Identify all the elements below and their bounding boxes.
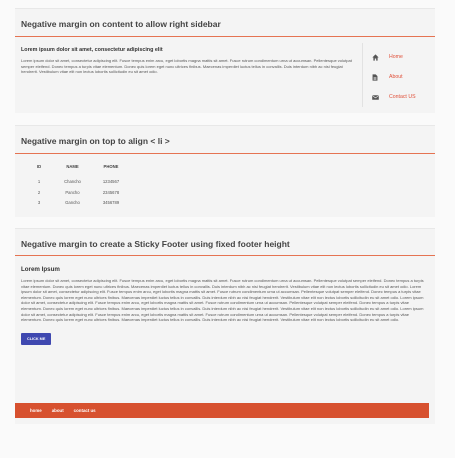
cell-id: 1 (37, 179, 41, 184)
sidebar-item-label: Home (389, 54, 403, 60)
card-title: Negative margin to create a Sticky Foote… (15, 229, 435, 256)
cell-name: Gancho (65, 200, 80, 206)
envelope-icon (370, 92, 380, 102)
cell-phone: 3456789 (102, 200, 120, 206)
page: Negative margin on content to allow righ… (0, 0, 455, 458)
card-title: Negative margin on content to allow righ… (15, 9, 435, 37)
content-area: Lorem ipsum dolor sit amet, consectetur … (15, 37, 362, 107)
home-icon (370, 52, 380, 62)
table-demo-card: Negative margin on top to align < li > I… (15, 125, 435, 217)
column-header-name: NAME (66, 164, 79, 169)
footer-link-home[interactable]: home (30, 408, 42, 413)
column-header-id: ID (36, 164, 42, 169)
document-icon (370, 72, 380, 82)
sidebar-item-label: About (389, 74, 403, 80)
right-sidebar: Home About Contact US (362, 43, 435, 107)
table-row: 1 Chancho 1234567 (29, 179, 126, 190)
cell-name: Chancho (64, 179, 81, 184)
card-title: Negative margin on top to align < li > (15, 126, 435, 154)
sidebar-demo-card: Negative margin on content to allow righ… (15, 8, 435, 113)
cell-phone: 2345678 (102, 189, 120, 195)
phone-table: ID NAME PHONE 1 Chancho 1234567 2 Pancho… (29, 164, 126, 211)
sidebar-item-contact[interactable]: Contact US (363, 87, 435, 107)
sidebar-item-label: Contact US (389, 94, 416, 100)
content-text: Lorem ipsum dolor sit amet, consectetur … (21, 58, 352, 75)
click-me-button[interactable]: CLICK ME (21, 332, 52, 345)
table-header-row: ID NAME PHONE (29, 164, 126, 179)
content-heading: Lorem ipsum dolor sit amet, consectetur … (21, 47, 163, 53)
sidebar-item-home[interactable]: Home (363, 47, 435, 67)
cell-id: 3 (37, 200, 41, 206)
cell-phone: 1234567 (102, 179, 120, 184)
cell-name: Pancho (65, 189, 80, 195)
sticky-footer-card: Negative margin to create a Sticky Foote… (15, 228, 435, 424)
footer-link-about[interactable]: about (52, 408, 64, 413)
sidebar-item-about[interactable]: About (363, 67, 435, 87)
content-heading: Lorem Ipsum (21, 266, 60, 273)
content-text: Lorem ipsum dolor sit amet, consectetur … (21, 278, 424, 323)
footer-link-contact[interactable]: contact us (74, 408, 96, 413)
table-row: 3 Gancho 3456789 (29, 200, 126, 211)
table-row: 2 Pancho 2345678 (29, 190, 126, 201)
cell-id: 2 (37, 189, 41, 195)
column-header-phone: PHONE (103, 164, 119, 169)
sticky-footer: home about contact us (15, 403, 429, 418)
